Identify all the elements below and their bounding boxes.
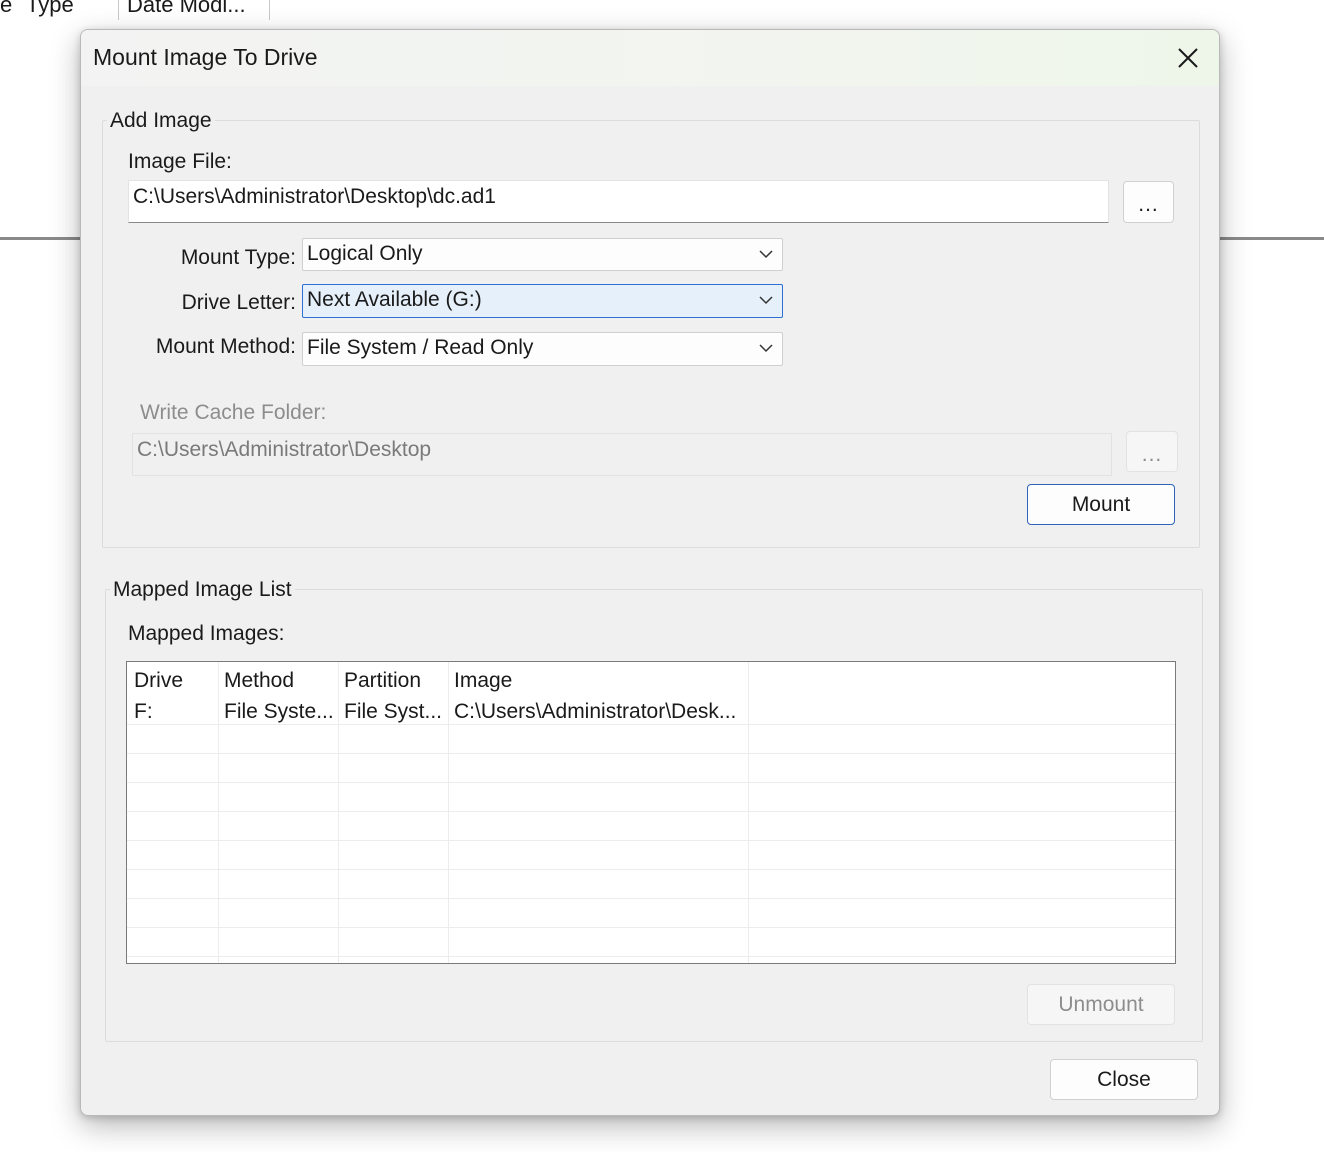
dialog-titlebar[interactable]: Mount Image To Drive — [81, 30, 1219, 86]
image-file-browse-button[interactable]: ... — [1123, 181, 1174, 223]
mapped-images-label: Mapped Images: — [128, 622, 285, 645]
bg-column-separator — [269, 0, 270, 20]
column-separator — [448, 662, 449, 963]
row-separator — [127, 956, 1175, 957]
background-divider-left — [0, 237, 80, 240]
background-list-header: e Type Date Modi... — [0, 0, 1324, 20]
cell-partition: File Syst... — [344, 700, 443, 723]
mapped-images-list[interactable]: Drive Method Partition Image F: File Sys… — [126, 661, 1176, 964]
bg-column-date-modified[interactable]: Date Modi... — [127, 0, 246, 18]
row-separator — [127, 724, 1175, 725]
unmount-button: Unmount — [1027, 984, 1175, 1025]
column-header-partition[interactable]: Partition — [344, 669, 446, 693]
close-x-icon[interactable] — [1165, 38, 1211, 78]
write-cache-folder-label: Write Cache Folder: — [140, 401, 327, 424]
close-button[interactable]: Close — [1050, 1059, 1198, 1100]
background-divider-right — [1220, 237, 1324, 240]
bg-column-separator — [118, 0, 119, 20]
column-separator — [748, 662, 749, 963]
cell-image: C:\Users\Administrator\Desk... — [454, 700, 737, 723]
chevron-down-icon — [759, 250, 773, 259]
write-cache-browse-button: ... — [1126, 431, 1178, 472]
mount-method-label: Mount Method: — [155, 335, 296, 358]
mount-method-value: File System / Read Only — [307, 336, 534, 359]
column-separator — [218, 662, 219, 963]
column-header-method[interactable]: Method — [224, 669, 336, 693]
mount-type-label: Mount Type: — [180, 246, 296, 269]
drive-letter-value: Next Available (G:) — [307, 288, 482, 311]
mapped-image-list-group-label: Mapped Image List — [110, 578, 295, 602]
row-separator — [127, 869, 1175, 870]
column-separator — [338, 662, 339, 963]
image-file-label: Image File: — [128, 150, 232, 173]
drive-letter-label: Drive Letter: — [181, 291, 296, 314]
mount-image-dialog: Mount Image To Drive Add Image Image Fil… — [80, 29, 1220, 1116]
cell-drive: F: — [134, 700, 153, 723]
row-separator — [127, 811, 1175, 812]
dialog-title: Mount Image To Drive — [93, 44, 318, 70]
mount-button[interactable]: Mount — [1027, 484, 1175, 525]
write-cache-folder-input: C:\Users\Administrator\Desktop — [132, 433, 1112, 476]
cell-method: File Syste... — [224, 700, 334, 723]
image-file-input[interactable]: C:\Users\Administrator\Desktop\dc.ad1 — [128, 180, 1109, 223]
row-separator — [127, 840, 1175, 841]
mount-type-dropdown[interactable]: Logical Only — [302, 238, 783, 271]
row-separator — [127, 782, 1175, 783]
mount-method-dropdown[interactable]: File System / Read Only — [302, 332, 783, 366]
column-header-drive[interactable]: Drive — [134, 669, 216, 693]
mount-type-value: Logical Only — [307, 242, 423, 265]
bg-column-fragment: e — [0, 0, 13, 17]
row-separator — [127, 898, 1175, 899]
chevron-down-icon — [759, 344, 773, 353]
bg-column-type[interactable]: Type — [26, 0, 74, 18]
add-image-group-label: Add Image — [107, 109, 215, 133]
drive-letter-dropdown[interactable]: Next Available (G:) — [302, 284, 783, 318]
column-header-image[interactable]: Image — [454, 669, 746, 693]
chevron-down-icon — [759, 296, 773, 305]
row-separator — [127, 927, 1175, 928]
row-separator — [127, 753, 1175, 754]
